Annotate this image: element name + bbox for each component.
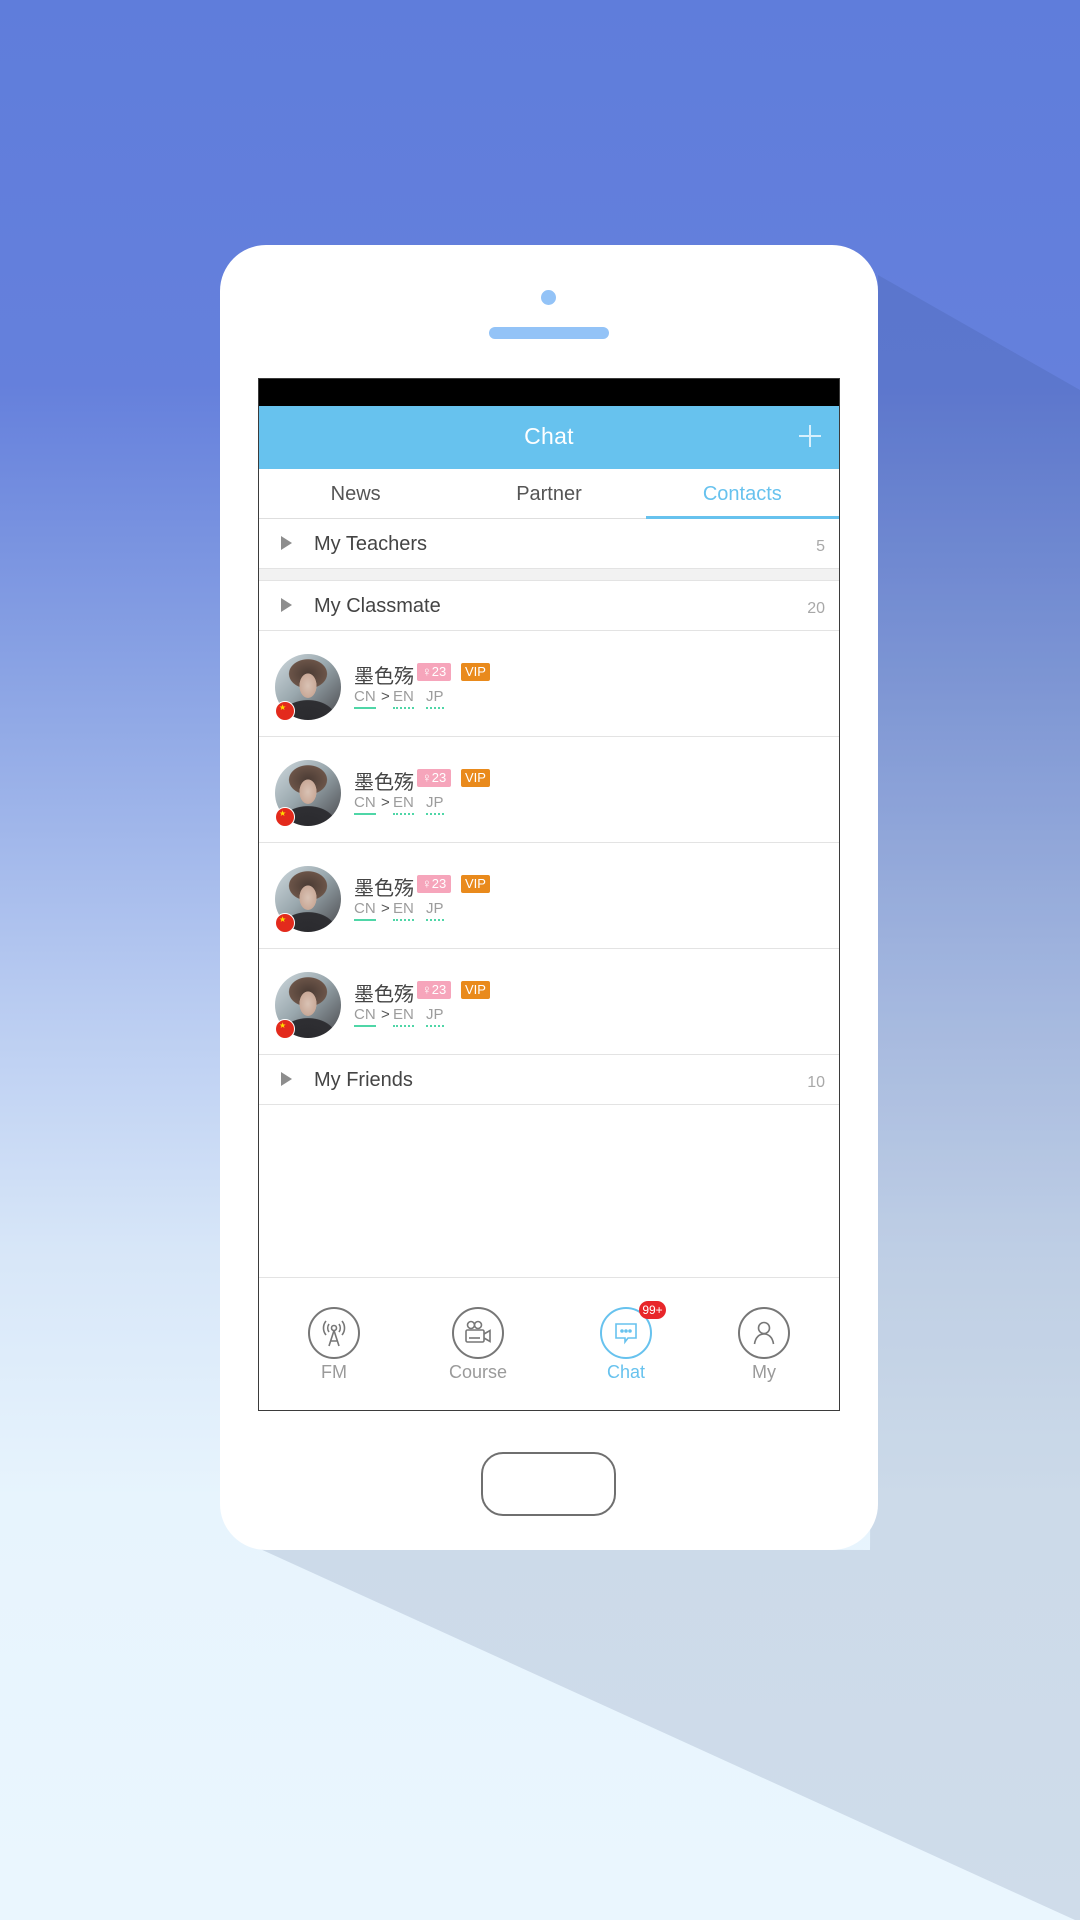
group-divider [259, 569, 839, 581]
home-button[interactable] [481, 1452, 616, 1516]
arrow-icon: > [381, 900, 390, 917]
learning-language: JP [426, 794, 444, 815]
group-count: 20 [807, 600, 825, 617]
bottom-nav: FM Course Chat 99+ My [259, 1277, 839, 1410]
group-my-teachers[interactable]: My Teachers 5 [259, 519, 839, 569]
tab-news[interactable]: News [259, 469, 452, 518]
nav-my[interactable]: My [719, 1307, 809, 1383]
nav-label: FM [321, 1362, 347, 1382]
china-flag-icon [275, 1019, 295, 1039]
native-language: CN [354, 688, 376, 709]
contact-row[interactable]: 墨色殇 ♀23 VIP CN > EN JP [259, 737, 839, 843]
nav-fm[interactable]: FM [289, 1307, 379, 1383]
nav-course[interactable]: Course [433, 1307, 523, 1383]
add-button[interactable] [799, 425, 821, 447]
contact-row[interactable]: 墨色殇 ♀23 VIP CN > EN JP [259, 949, 839, 1055]
group-label: My Teachers [314, 533, 428, 555]
china-flag-icon [275, 701, 295, 721]
phone-screen: Chat News Partner Contacts My Teachers 5… [258, 378, 840, 1411]
gender-age-badge: ♀23 [417, 769, 452, 787]
caret-right-icon [281, 536, 292, 550]
nav-chat[interactable]: Chat 99+ [581, 1301, 671, 1383]
native-language: CN [354, 794, 376, 815]
learning-language: JP [426, 688, 444, 709]
contact-name: 墨色殇 [354, 982, 414, 1006]
contact-row[interactable]: 墨色殇 ♀23 VIP CN > EN JP [259, 843, 839, 949]
arrow-icon: > [381, 688, 390, 705]
gender-age-badge: ♀23 [417, 981, 452, 999]
group-my-classmate[interactable]: My Classmate 20 [259, 581, 839, 631]
contact-row[interactable]: 墨色殇 ♀23 VIP CN > EN JP [259, 631, 839, 737]
contact-name: 墨色殇 [354, 664, 414, 688]
contact-name: 墨色殇 [354, 770, 414, 794]
front-camera [541, 290, 556, 305]
vip-badge: VIP [461, 981, 490, 999]
nav-label: Chat [606, 1362, 646, 1382]
radio-tower-icon [322, 1320, 346, 1347]
china-flag-icon [275, 807, 295, 827]
tab-contacts[interactable]: Contacts [645, 469, 839, 519]
notification-badge: 99+ [639, 1301, 666, 1319]
nav-label: Course [448, 1362, 508, 1382]
group-label: My Friends [314, 1069, 413, 1091]
nav-label: My [752, 1362, 776, 1382]
app-header: Chat [259, 406, 839, 469]
vip-badge: VIP [461, 875, 490, 893]
caret-right-icon [281, 1072, 292, 1086]
earpiece-speaker [489, 327, 609, 339]
group-my-friends[interactable]: My Friends 10 [259, 1055, 839, 1105]
native-language: CN [354, 1006, 376, 1027]
user-icon [753, 1321, 775, 1345]
arrow-icon: > [381, 794, 390, 811]
vip-badge: VIP [461, 663, 490, 681]
gender-age-badge: ♀23 [417, 875, 452, 893]
page-title: Chat [524, 423, 574, 449]
status-bar [259, 379, 839, 406]
learning-language: JP [426, 900, 444, 921]
learning-language: EN [393, 794, 414, 815]
learning-language: EN [393, 1006, 414, 1027]
arrow-icon: > [381, 1006, 390, 1023]
group-label: My Classmate [314, 595, 441, 617]
native-language: CN [354, 900, 376, 921]
contact-name: 墨色殇 [354, 876, 414, 900]
group-count: 5 [816, 538, 825, 555]
learning-language: JP [426, 1006, 444, 1027]
chat-bubble-icon [615, 1323, 637, 1345]
tab-partner[interactable]: Partner [452, 469, 645, 518]
learning-language: EN [393, 688, 414, 709]
caret-right-icon [281, 598, 292, 612]
video-camera-icon [465, 1320, 491, 1343]
group-count: 10 [807, 1074, 825, 1091]
vip-badge: VIP [461, 769, 490, 787]
gender-age-badge: ♀23 [417, 663, 452, 681]
learning-language: EN [393, 900, 414, 921]
china-flag-icon [275, 913, 295, 933]
tab-bar: News Partner Contacts [259, 469, 839, 519]
